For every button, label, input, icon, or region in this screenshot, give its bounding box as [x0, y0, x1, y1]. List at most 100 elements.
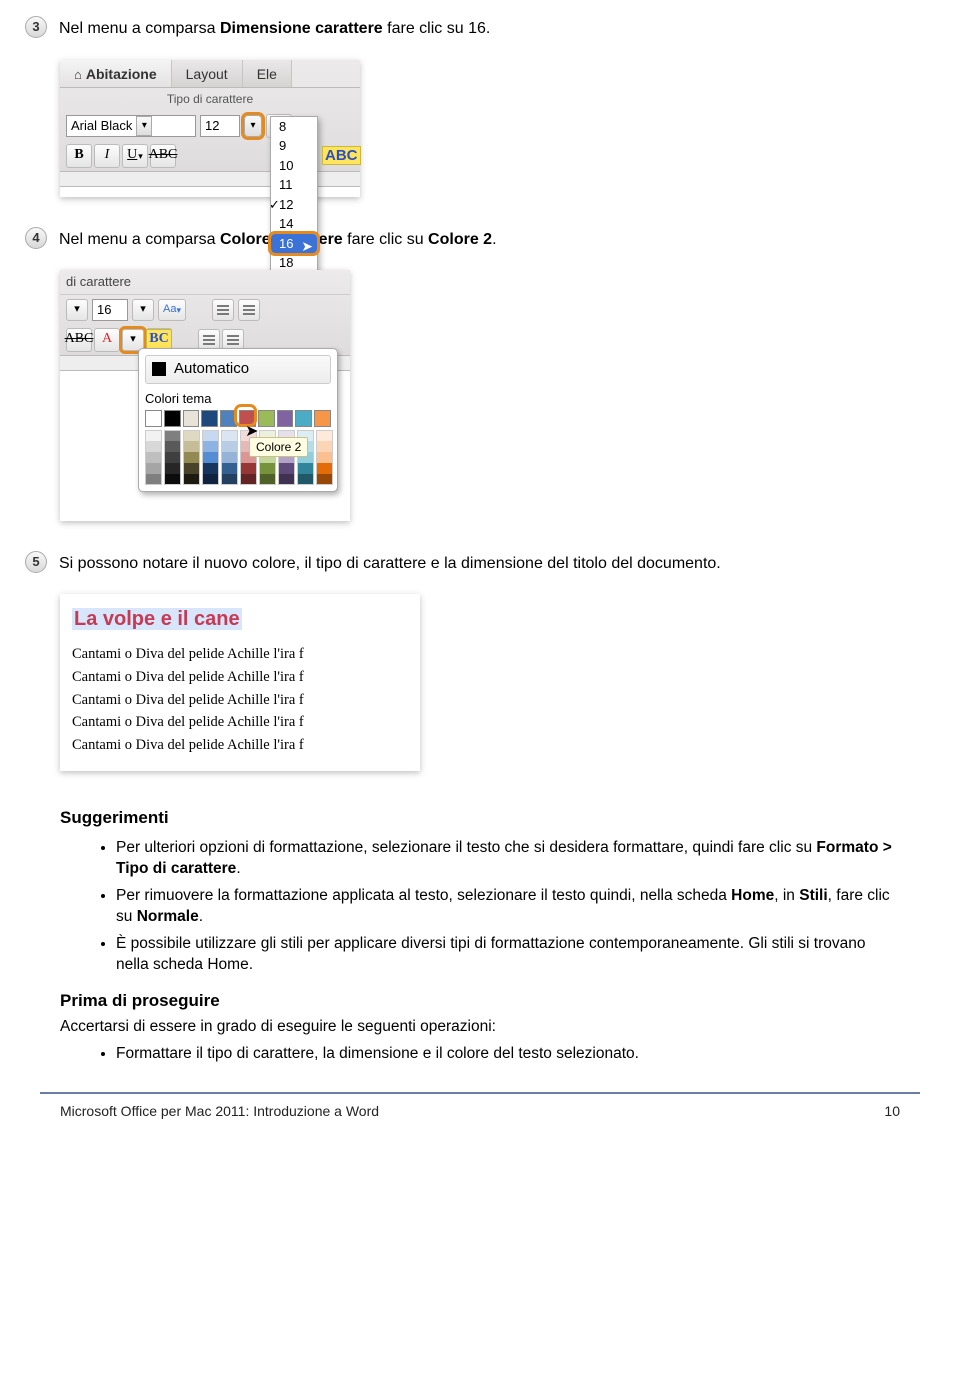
automatic-label: Automatico	[174, 359, 249, 379]
color-swatch[interactable]	[295, 410, 312, 427]
shade-column	[221, 430, 238, 485]
color-swatch[interactable]	[164, 441, 181, 452]
tab-home[interactable]: ⌂Abitazione	[60, 60, 172, 88]
size-option-label: 12	[279, 197, 293, 212]
color-swatch[interactable]	[258, 410, 275, 427]
color-swatch[interactable]	[164, 410, 181, 427]
color-swatch[interactable]	[183, 430, 200, 441]
t-bold: Stili	[799, 887, 827, 904]
font-family-combo[interactable]: Arial Black ▾	[66, 115, 196, 137]
color-swatch[interactable]	[164, 430, 181, 441]
t: , in	[774, 887, 799, 904]
color-swatch[interactable]	[297, 463, 314, 474]
size-option[interactable]: 8	[271, 117, 317, 137]
t-bold: Home	[731, 887, 774, 904]
color-swatch[interactable]	[221, 474, 238, 485]
size-option[interactable]: 16➤	[271, 234, 317, 254]
t: Per rimuovere la formattazione applicata…	[116, 887, 731, 904]
lines-icon	[227, 335, 239, 345]
color-swatch[interactable]	[314, 410, 331, 427]
tab-elements[interactable]: Ele	[243, 60, 292, 88]
chevron-down-icon[interactable]: ▾	[132, 299, 154, 321]
font-case-button[interactable]: Aa ▾	[158, 299, 186, 321]
color-swatch[interactable]	[259, 463, 276, 474]
color-swatch[interactable]	[316, 430, 333, 441]
color-swatch[interactable]	[164, 463, 181, 474]
color-swatch[interactable]	[202, 452, 219, 463]
size-option[interactable]: 9	[271, 136, 317, 156]
color-swatch[interactable]	[202, 463, 219, 474]
font-size-value: 12	[205, 117, 219, 135]
font-color-button[interactable]: A	[94, 328, 120, 352]
color-swatch[interactable]	[316, 474, 333, 485]
shade-column	[164, 430, 181, 485]
color-swatch[interactable]	[145, 463, 162, 474]
size-option[interactable]: 11	[271, 175, 317, 195]
color-swatch[interactable]	[145, 410, 162, 427]
size-option[interactable]: 14	[271, 214, 317, 234]
bullets-button[interactable]	[212, 299, 234, 321]
size-option[interactable]: 12	[271, 195, 317, 215]
automatic-color-button[interactable]: Automatico	[145, 355, 331, 383]
italic-icon: I	[105, 146, 110, 165]
color-swatch[interactable]	[164, 474, 181, 485]
step-bullet: 3	[25, 16, 47, 38]
font-size-combo[interactable]: 12	[200, 115, 240, 137]
shade-column	[202, 430, 219, 485]
color-swatch[interactable]	[316, 441, 333, 452]
color-swatch[interactable]	[145, 452, 162, 463]
font-family-value: Arial Black	[71, 117, 132, 135]
highlight-button[interactable]: ABC	[322, 146, 361, 166]
color-swatch[interactable]	[297, 474, 314, 485]
color-swatch[interactable]	[183, 410, 200, 427]
step-bullet: 4	[25, 227, 47, 249]
size-option[interactable]: 10	[271, 156, 317, 176]
color-swatch[interactable]	[145, 430, 162, 441]
color-swatch[interactable]	[145, 474, 162, 485]
color-swatch[interactable]	[201, 410, 218, 427]
color-swatch[interactable]	[221, 430, 238, 441]
color-swatch[interactable]	[202, 474, 219, 485]
font-size-dropdown-button[interactable]: ▾	[244, 115, 262, 137]
color-swatch[interactable]	[278, 463, 295, 474]
font-size-combo[interactable]: 16	[92, 299, 128, 321]
color-swatch[interactable]	[240, 474, 257, 485]
numbering-button[interactable]	[238, 299, 260, 321]
chevron-down-icon[interactable]: ▾	[66, 299, 88, 321]
color-swatch[interactable]	[316, 463, 333, 474]
tips-heading: Suggerimenti	[60, 807, 900, 830]
color-swatch[interactable]	[221, 463, 238, 474]
color-swatch[interactable]	[221, 452, 238, 463]
font-size-dropdown[interactable]: 891011121416➤18	[270, 116, 318, 274]
color-swatch[interactable]	[220, 410, 237, 427]
tab-layout[interactable]: Layout	[172, 60, 243, 88]
strikethrough-button[interactable]: ABC	[66, 328, 92, 352]
color-swatch[interactable]	[316, 452, 333, 463]
color-swatch[interactable]	[277, 410, 294, 427]
theme-colors-label: Colori tema	[145, 390, 331, 408]
color-swatch[interactable]	[164, 452, 181, 463]
tip-item: Per ulteriori opzioni di formattazione, …	[116, 838, 900, 880]
tip-item: Per rimuovere la formattazione applicata…	[116, 886, 900, 928]
color-swatch[interactable]	[259, 474, 276, 485]
color-swatch[interactable]	[240, 463, 257, 474]
bold-button[interactable]: B	[66, 144, 92, 168]
tips-list: Per ulteriori opzioni di formattazione, …	[60, 838, 900, 976]
step-5-text: Si possono notare il nuovo colore, il ti…	[59, 551, 721, 575]
color-swatch[interactable]	[183, 441, 200, 452]
color-swatch[interactable]	[202, 441, 219, 452]
underline-button[interactable]: U▾	[122, 144, 148, 168]
color-swatch[interactable]	[278, 474, 295, 485]
step-bullet: 5	[25, 551, 47, 573]
color-swatch[interactable]	[145, 441, 162, 452]
color-swatch[interactable]	[183, 452, 200, 463]
font-color-icon: A	[102, 330, 112, 349]
strikethrough-button[interactable]: ABC	[150, 144, 176, 168]
tip-item: È possibile utilizzare gli stili per app…	[116, 934, 900, 976]
chevron-down-icon[interactable]: ▾	[136, 116, 152, 136]
color-swatch[interactable]	[221, 441, 238, 452]
color-swatch[interactable]	[183, 474, 200, 485]
color-swatch[interactable]	[202, 430, 219, 441]
color-swatch[interactable]	[183, 463, 200, 474]
italic-button[interactable]: I	[94, 144, 120, 168]
